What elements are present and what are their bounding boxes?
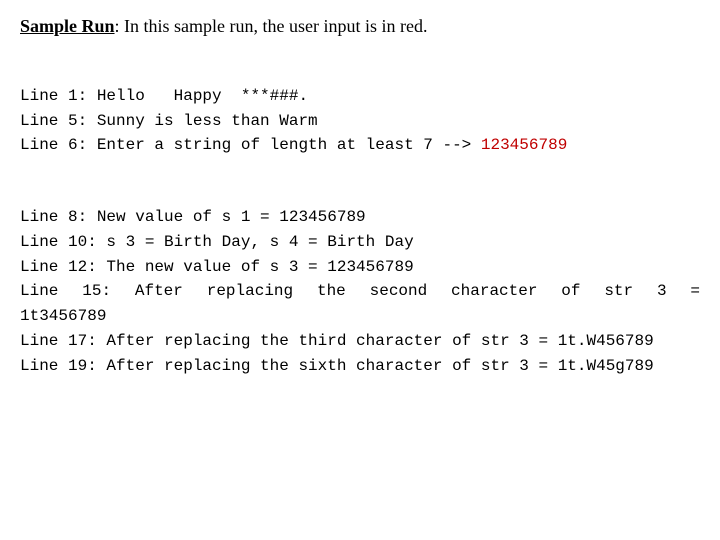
- blank-gap: [20, 158, 700, 180]
- output-block-2: Line 8: New value of s 1 = 123456789 Lin…: [20, 180, 700, 378]
- line-1: Line 1: Hello Happy ***###.: [20, 87, 308, 105]
- line-19: Line 19: After replacing the sixth chara…: [20, 357, 654, 375]
- line-17: Line 17: After replacing the third chara…: [20, 332, 654, 350]
- heading-rest: : In this sample run, the user input is …: [115, 16, 428, 36]
- heading-label: Sample Run: [20, 16, 115, 36]
- line-5: Line 5: Sunny is less than Warm: [20, 112, 318, 130]
- line-6-prompt: Line 6: Enter a string of length at leas…: [20, 136, 481, 154]
- output-block-1: Line 1: Hello Happy ***###. Line 5: Sunn…: [20, 59, 700, 158]
- line-12: Line 12: The new value of s 3 = 12345678…: [20, 258, 414, 276]
- line-8: Line 8: New value of s 1 = 123456789: [20, 208, 366, 226]
- heading: Sample Run: In this sample run, the user…: [20, 16, 700, 37]
- line-15-top: Line 15: After replacing the second char…: [20, 279, 700, 304]
- line-6-user-input: 123456789: [481, 136, 567, 154]
- line-10: Line 10: s 3 = Birth Day, s 4 = Birth Da…: [20, 233, 414, 251]
- line-15-tail: 1t3456789: [20, 307, 106, 325]
